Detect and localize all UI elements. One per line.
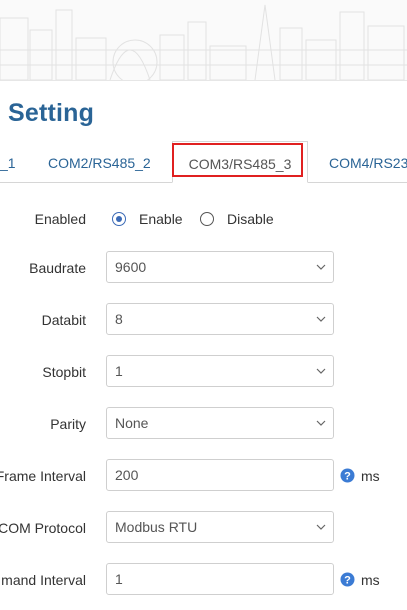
help-icon[interactable]: ? xyxy=(340,468,355,483)
parity-select[interactable]: None xyxy=(106,407,334,439)
databit-row: Databit 8 xyxy=(0,303,407,337)
stopbit-row: Stopbit 1 xyxy=(0,355,407,389)
databit-select[interactable]: 8 xyxy=(106,303,334,335)
frame-interval-input[interactable]: 200 xyxy=(106,459,334,491)
stopbit-label: Stopbit xyxy=(42,364,86,380)
command-interval-input[interactable]: 1 xyxy=(106,563,334,595)
frame-interval-row: Frame Interval 200 ? ms xyxy=(0,459,407,493)
tab-com3[interactable]: COM3/RS485_3 xyxy=(172,141,308,183)
svg-text:?: ? xyxy=(344,471,351,483)
baudrate-row: Baudrate 9600 xyxy=(0,251,407,285)
tab-bar: _1 COM2/RS485_2 COM3/RS485_3 COM4/RS23 xyxy=(0,141,407,183)
tab-com2[interactable]: COM2/RS485_2 xyxy=(48,141,151,182)
enable-radio[interactable] xyxy=(112,212,126,226)
disable-radio[interactable] xyxy=(200,212,214,226)
chevron-down-icon xyxy=(316,368,326,374)
command-interval-value: 1 xyxy=(115,571,123,587)
databit-label: Databit xyxy=(41,312,86,328)
city-skyline-illustration xyxy=(0,4,407,80)
stopbit-select[interactable]: 1 xyxy=(106,355,334,387)
header-banner xyxy=(0,0,407,81)
disable-radio-label[interactable]: Disable xyxy=(227,202,274,236)
frame-interval-unit: ms xyxy=(361,468,380,484)
baudrate-select[interactable]: 9600 xyxy=(106,251,334,283)
databit-value: 8 xyxy=(115,311,123,327)
parity-value: None xyxy=(115,415,149,431)
chevron-down-icon xyxy=(316,420,326,426)
enabled-label: Enabled xyxy=(34,211,86,227)
chevron-down-icon xyxy=(316,316,326,322)
com-protocol-value: Modbus RTU xyxy=(115,519,198,535)
enabled-row: Enabled Enable Disable xyxy=(0,202,407,236)
chevron-down-icon xyxy=(316,264,326,270)
com-protocol-select[interactable]: Modbus RTU xyxy=(106,511,334,543)
frame-interval-label: Frame Interval xyxy=(0,468,86,484)
baudrate-value: 9600 xyxy=(115,259,147,275)
stopbit-value: 1 xyxy=(115,363,123,379)
svg-text:?: ? xyxy=(344,575,351,587)
tab-com4[interactable]: COM4/RS23 xyxy=(329,141,407,182)
help-icon[interactable]: ? xyxy=(340,572,355,587)
frame-interval-value: 200 xyxy=(115,467,139,483)
baudrate-label: Baudrate xyxy=(29,260,86,276)
parity-label: Parity xyxy=(50,416,86,432)
page-title: Setting xyxy=(8,99,95,127)
command-interval-label: mand Interval xyxy=(1,572,86,588)
command-interval-unit: ms xyxy=(361,572,380,588)
chevron-down-icon xyxy=(316,524,326,530)
parity-row: Parity None xyxy=(0,407,407,441)
command-interval-row: mand Interval 1 ? ms xyxy=(0,563,407,597)
com-protocol-row: COM Protocol Modbus RTU xyxy=(0,511,407,545)
tab-com1[interactable]: _1 xyxy=(0,141,16,182)
enable-radio-label[interactable]: Enable xyxy=(139,202,183,236)
com-protocol-label: COM Protocol xyxy=(0,520,86,536)
